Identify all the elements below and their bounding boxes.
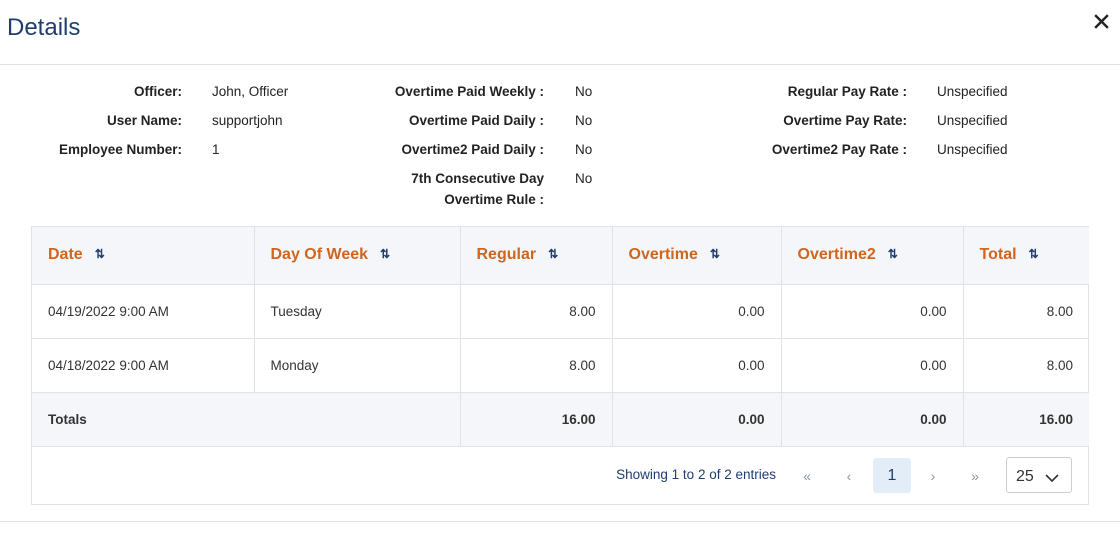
pagination: Showing 1 to 2 of 2 entries « ‹ 1 › » 25 — [32, 447, 1089, 505]
sort-icon[interactable]: ⇅ — [380, 247, 390, 261]
cell-total: 8.00 — [963, 284, 1089, 339]
employee-number-label: Employee Number: — [58, 142, 182, 157]
overtime2-daily-label: Overtime2 Paid Daily : — [401, 142, 544, 157]
totals-regular: 16.00 — [460, 392, 613, 447]
column-header-date[interactable]: Date ⇅ — [32, 227, 255, 285]
column-header-overtime[interactable]: Overtime ⇅ — [612, 227, 782, 285]
cell-overtime2: 0.00 — [781, 338, 964, 393]
column-header-label: Day Of Week — [270, 246, 369, 264]
table-row: 04/19/2022 9:00 AM Tuesday 8.00 0.00 0.0… — [32, 284, 1089, 339]
seventh-day-value: No — [575, 171, 593, 186]
cell-overtime: 0.00 — [612, 338, 782, 393]
overtime2-daily-value: No — [575, 142, 593, 157]
cell-overtime: 0.00 — [612, 284, 782, 339]
username-value: supportjohn — [212, 113, 283, 128]
username-label: User Name: — [106, 113, 182, 128]
column-header-label: Overtime — [628, 246, 698, 264]
previous-page-button[interactable]: ‹ — [831, 458, 867, 493]
page-size-select[interactable]: 25 — [1006, 457, 1072, 493]
cell-day-of-week: Monday — [254, 338, 461, 393]
cell-regular: 8.00 — [460, 338, 613, 393]
cell-date: 04/19/2022 9:00 AM — [32, 284, 255, 339]
page-size-value: 25 — [1016, 468, 1034, 485]
officer-details: Officer: John, Officer User Name: suppor… — [0, 0, 1120, 220]
column-header-overtime2[interactable]: Overtime2 ⇅ — [781, 227, 964, 285]
sort-icon[interactable]: ⇅ — [710, 247, 720, 261]
column-header-total[interactable]: Total ⇅ — [963, 227, 1089, 285]
sort-icon[interactable]: ⇅ — [1029, 247, 1039, 261]
overtime-daily-value: No — [575, 113, 593, 128]
overtime-weekly-value: No — [575, 84, 593, 99]
hours-table: Date ⇅ Day Of Week ⇅ Regular ⇅ Overtime ⇅ Ov… — [31, 226, 1089, 505]
overtime2-pay-rate-label: Overtime2 Pay Rate : — [771, 142, 907, 157]
overtime-pay-rate-value: Unspecified — [937, 113, 1008, 128]
cell-regular: 8.00 — [460, 284, 613, 339]
next-page-button[interactable]: › — [915, 458, 951, 493]
page-button-current[interactable]: 1 — [873, 458, 911, 493]
officer-value: John, Officer — [212, 84, 289, 99]
cell-total: 8.00 — [963, 338, 1089, 393]
officer-label: Officer: — [133, 84, 182, 99]
cell-date: 04/18/2022 9:00 AM — [32, 338, 255, 393]
chevron-down-icon — [1045, 470, 1059, 488]
sort-icon[interactable]: ⇅ — [548, 247, 558, 261]
double-chevron-left-icon: « — [803, 467, 811, 484]
seventh-day-label: 7th Consecutive Day Overtime Rule : — [374, 168, 544, 210]
last-page-button[interactable]: » — [957, 458, 993, 493]
table-row: 04/18/2022 9:00 AM Monday 8.00 0.00 0.00… — [32, 338, 1089, 393]
regular-pay-rate-label: Regular Pay Rate : — [787, 84, 907, 99]
totals-total: 16.00 — [963, 392, 1089, 447]
column-header-label: Total — [979, 246, 1017, 264]
column-header-label: Date — [48, 246, 83, 264]
cell-overtime2: 0.00 — [781, 284, 964, 339]
double-chevron-right-icon: » — [971, 467, 979, 484]
column-header-label: Regular — [476, 246, 537, 264]
overtime2-pay-rate-value: Unspecified — [937, 142, 1008, 157]
table-header-row: Date ⇅ Day Of Week ⇅ Regular ⇅ Overtime ⇅ Ov… — [32, 227, 1089, 285]
totals-overtime: 0.00 — [612, 392, 782, 447]
totals-row: Totals 16.00 0.00 0.00 16.00 — [32, 392, 1089, 447]
cell-day-of-week: Tuesday — [254, 284, 461, 339]
footer-divider — [0, 521, 1120, 522]
sort-icon[interactable]: ⇅ — [95, 247, 105, 261]
overtime-daily-label: Overtime Paid Daily : — [408, 113, 544, 128]
entries-info: Showing 1 to 2 of 2 entries — [616, 467, 776, 482]
employee-number-value: 1 — [212, 142, 220, 157]
seventh-day-label-line2: Overtime Rule : — [444, 192, 544, 207]
column-header-regular[interactable]: Regular ⇅ — [460, 227, 613, 285]
sort-icon[interactable]: ⇅ — [888, 247, 898, 261]
regular-pay-rate-value: Unspecified — [937, 84, 1008, 99]
seventh-day-label-line1: 7th Consecutive Day — [411, 171, 544, 186]
first-page-button[interactable]: « — [789, 458, 825, 493]
overtime-weekly-label: Overtime Paid Weekly : — [394, 84, 544, 99]
chevron-right-icon: › — [930, 467, 936, 484]
totals-label: Totals — [32, 392, 461, 447]
chevron-left-icon: ‹ — [846, 467, 852, 484]
column-header-day-of-week[interactable]: Day Of Week ⇅ — [254, 227, 461, 285]
column-header-label: Overtime2 — [797, 246, 876, 264]
totals-overtime2: 0.00 — [781, 392, 964, 447]
overtime-pay-rate-label: Overtime Pay Rate: — [783, 113, 907, 128]
